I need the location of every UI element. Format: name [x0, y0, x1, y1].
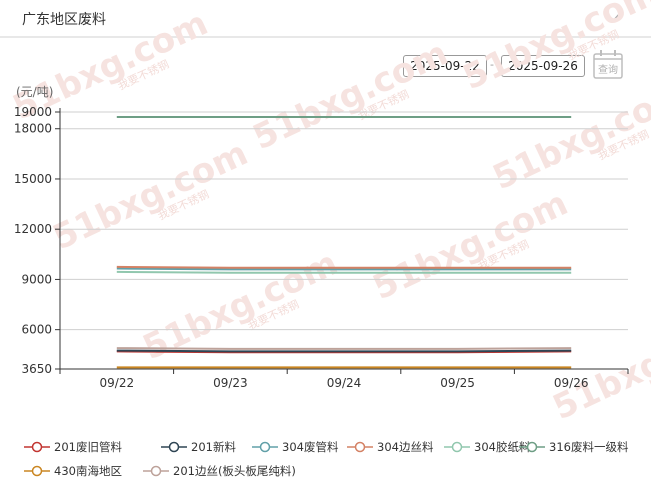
legend-item[interactable]: 316废料一级料	[519, 439, 628, 455]
watermark-text: 51bxg.com	[547, 303, 651, 428]
legend-marker-icon	[143, 465, 169, 477]
legend-item[interactable]: 430南海地区	[24, 463, 122, 479]
y-tick-label: 18000	[14, 122, 52, 136]
watermark-text: 51bxg.com	[367, 183, 574, 308]
legend-item[interactable]: 201废旧管料	[24, 439, 122, 455]
legend-label: 304边丝料	[377, 440, 434, 454]
series-line[interactable]	[116, 270, 572, 274]
legend-item[interactable]: 201边丝(板头板尾纯料)	[143, 463, 296, 479]
y-tick-label: 6000	[21, 323, 52, 337]
series-line[interactable]	[116, 349, 572, 353]
legend-item[interactable]: 304胶纸料	[444, 439, 530, 455]
watermark-text: 51bxg.com	[457, 0, 651, 98]
x-tick-label: 09/25	[440, 376, 475, 390]
y-tick-label: 3650	[21, 362, 52, 376]
y-tick-label: 19000	[14, 105, 52, 119]
line-chart: 51bxg.com我要不锈钢51bxg.com我要不锈钢51bxg.com我要不…	[7, 0, 651, 428]
watermark-text: 51bxg.com	[247, 33, 454, 158]
legend-item[interactable]: 304边丝料	[347, 439, 433, 455]
legend-label: 304废管料	[282, 440, 339, 454]
legend-marker-icon	[24, 465, 50, 477]
y-tick-label: 12000	[14, 222, 52, 236]
y-tick-label: 9000	[21, 272, 52, 286]
legend-item[interactable]: 304废管料	[252, 439, 338, 455]
series-line[interactable]	[116, 347, 572, 350]
legend-label: 430南海地区	[54, 464, 122, 478]
x-tick-label: 09/22	[100, 376, 135, 390]
x-tick-label: 09/23	[213, 376, 248, 390]
legend-label: 201废旧管料	[54, 440, 122, 454]
legend-item[interactable]: 201新料	[161, 439, 236, 455]
legend-label: 316废料一级料	[549, 440, 629, 454]
y-unit-label: (元/吨)	[16, 85, 53, 99]
legend-marker-icon	[24, 441, 50, 453]
y-tick-label: 15000	[14, 172, 52, 186]
watermark-text: 51bxg.com	[47, 133, 254, 258]
x-tick-label: 09/24	[327, 376, 362, 390]
x-tick-labels: 09/22 09/23 09/24 09/25 09/26	[100, 376, 589, 390]
legend-marker-icon	[444, 441, 470, 453]
legend-marker-icon	[347, 441, 373, 453]
y-tick-labels: 3650 6000 9000 12000 15000 18000 19000	[14, 105, 52, 376]
watermark-layer: 51bxg.com我要不锈钢51bxg.com我要不锈钢51bxg.com我要不…	[7, 0, 651, 428]
legend-label: 201边丝(板头板尾纯料)	[173, 464, 296, 478]
series-line[interactable]	[116, 265, 572, 269]
legend-label: 201新料	[191, 440, 236, 454]
legend-marker-icon	[252, 441, 278, 453]
legend-marker-icon	[161, 441, 187, 453]
x-tick-label: 09/26	[554, 376, 589, 390]
legend-marker-icon	[519, 441, 545, 453]
